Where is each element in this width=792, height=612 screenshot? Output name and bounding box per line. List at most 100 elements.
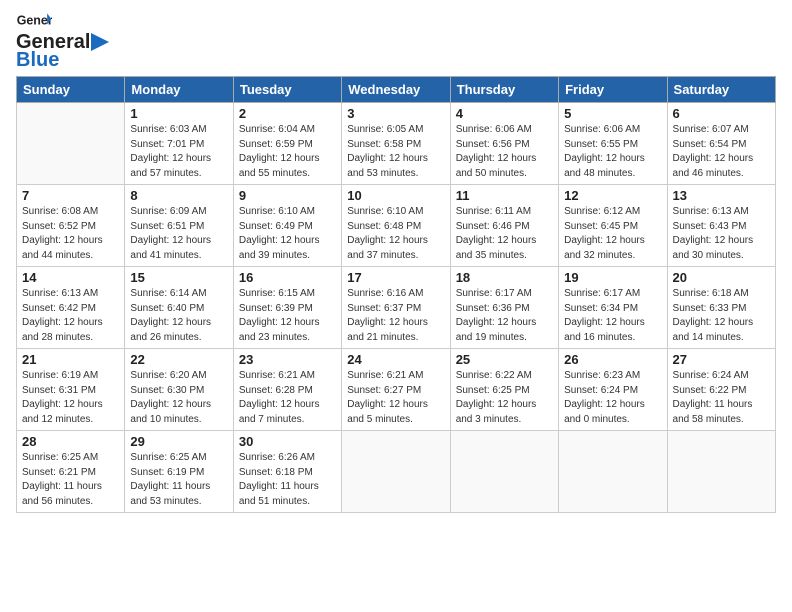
day-number: 28	[22, 434, 119, 449]
day-detail: Sunrise: 6:09 AM Sunset: 6:51 PM Dayligh…	[130, 205, 227, 263]
calendar-table: SundayMondayTuesdayWednesdayThursdayFrid…	[16, 76, 776, 513]
day-number: 1	[130, 106, 227, 121]
calendar-cell	[342, 431, 450, 513]
day-number: 14	[22, 270, 119, 285]
day-number: 5	[564, 106, 661, 121]
day-detail: Sunrise: 6:10 AM Sunset: 6:48 PM Dayligh…	[347, 205, 444, 263]
day-detail: Sunrise: 6:21 AM Sunset: 6:28 PM Dayligh…	[239, 369, 336, 427]
weekday-monday: Monday	[125, 77, 233, 103]
day-number: 12	[564, 188, 661, 203]
day-number: 30	[239, 434, 336, 449]
day-detail: Sunrise: 6:19 AM Sunset: 6:31 PM Dayligh…	[22, 369, 119, 427]
day-number: 10	[347, 188, 444, 203]
calendar-cell: 11 Sunrise: 6:11 AM Sunset: 6:46 PM Dayli…	[450, 185, 558, 267]
calendar-cell: 19 Sunrise: 6:17 AM Sunset: 6:34 PM Dayli…	[559, 267, 667, 349]
day-detail: Sunrise: 6:16 AM Sunset: 6:37 PM Dayligh…	[347, 287, 444, 345]
day-number: 15	[130, 270, 227, 285]
logo: General General Blue	[16, 12, 113, 70]
calendar-cell: 9 Sunrise: 6:10 AM Sunset: 6:49 PM Daylig…	[233, 185, 341, 267]
logo-icon: General	[16, 12, 52, 30]
calendar-cell: 27 Sunrise: 6:24 AM Sunset: 6:22 PM Dayli…	[667, 349, 775, 431]
calendar-cell: 26Sunrise: 6:23 AM Sunset: 6:24 PM Dayli…	[559, 349, 667, 431]
calendar-cell: 24 Sunrise: 6:21 AM Sunset: 6:27 PM Dayli…	[342, 349, 450, 431]
calendar-cell: 8 Sunrise: 6:09 AM Sunset: 6:51 PM Daylig…	[125, 185, 233, 267]
calendar-cell: 5 Sunrise: 6:06 AM Sunset: 6:55 PM Daylig…	[559, 103, 667, 185]
day-number: 3	[347, 106, 444, 121]
weekday-tuesday: Tuesday	[233, 77, 341, 103]
calendar-cell: 17Sunrise: 6:16 AM Sunset: 6:37 PM Dayli…	[342, 267, 450, 349]
calendar-cell: 12 Sunrise: 6:12 AM Sunset: 6:45 PM Dayli…	[559, 185, 667, 267]
day-number: 13	[673, 188, 770, 203]
svg-text:General: General	[17, 13, 52, 27]
day-number: 19	[564, 270, 661, 285]
day-number: 11	[456, 188, 553, 203]
calendar-cell: 7 Sunrise: 6:08 AM Sunset: 6:52 PM Daylig…	[17, 185, 125, 267]
day-detail: Sunrise: 6:22 AM Sunset: 6:25 PM Dayligh…	[456, 369, 553, 427]
calendar-cell: 30 Sunrise: 6:26 AM Sunset: 6:18 PM Dayli…	[233, 431, 341, 513]
day-detail: Sunrise: 6:10 AM Sunset: 6:49 PM Dayligh…	[239, 205, 336, 263]
day-detail: Sunrise: 6:12 AM Sunset: 6:45 PM Dayligh…	[564, 205, 661, 263]
day-detail: Sunrise: 6:17 AM Sunset: 6:34 PM Dayligh…	[564, 287, 661, 345]
day-number: 8	[130, 188, 227, 203]
day-number: 9	[239, 188, 336, 203]
calendar-cell: 13 Sunrise: 6:13 AM Sunset: 6:43 PM Dayli…	[667, 185, 775, 267]
week-row-2: 7 Sunrise: 6:08 AM Sunset: 6:52 PM Daylig…	[17, 185, 776, 267]
header: General General Blue	[16, 12, 776, 70]
day-number: 6	[673, 106, 770, 121]
day-number: 18	[456, 270, 553, 285]
day-number: 23	[239, 352, 336, 367]
day-detail: Sunrise: 6:04 AM Sunset: 6:59 PM Dayligh…	[239, 123, 336, 181]
page: General General Blue SundayMondayTuesday…	[0, 0, 792, 612]
day-detail: Sunrise: 6:05 AM Sunset: 6:58 PM Dayligh…	[347, 123, 444, 181]
calendar-cell: 2 Sunrise: 6:04 AM Sunset: 6:59 PM Daylig…	[233, 103, 341, 185]
day-number: 27	[673, 352, 770, 367]
day-number: 24	[347, 352, 444, 367]
calendar-cell: 23 Sunrise: 6:21 AM Sunset: 6:28 PM Dayli…	[233, 349, 341, 431]
day-detail: Sunrise: 6:14 AM Sunset: 6:40 PM Dayligh…	[130, 287, 227, 345]
calendar-cell: 4 Sunrise: 6:06 AM Sunset: 6:56 PM Daylig…	[450, 103, 558, 185]
weekday-friday: Friday	[559, 77, 667, 103]
day-detail: Sunrise: 6:07 AM Sunset: 6:54 PM Dayligh…	[673, 123, 770, 181]
weekday-wednesday: Wednesday	[342, 77, 450, 103]
logo-arrow-icon	[91, 33, 113, 51]
day-detail: Sunrise: 6:21 AM Sunset: 6:27 PM Dayligh…	[347, 369, 444, 427]
weekday-thursday: Thursday	[450, 77, 558, 103]
day-number: 7	[22, 188, 119, 203]
day-number: 21	[22, 352, 119, 367]
day-detail: Sunrise: 6:17 AM Sunset: 6:36 PM Dayligh…	[456, 287, 553, 345]
day-detail: Sunrise: 6:25 AM Sunset: 6:21 PM Dayligh…	[22, 451, 119, 509]
day-detail: Sunrise: 6:06 AM Sunset: 6:55 PM Dayligh…	[564, 123, 661, 181]
logo-blue: Blue	[16, 50, 59, 70]
calendar-cell: 20 Sunrise: 6:18 AM Sunset: 6:33 PM Dayli…	[667, 267, 775, 349]
calendar-cell	[17, 103, 125, 185]
week-row-3: 14 Sunrise: 6:13 AM Sunset: 6:42 PM Dayli…	[17, 267, 776, 349]
calendar-cell: 10 Sunrise: 6:10 AM Sunset: 6:48 PM Dayli…	[342, 185, 450, 267]
day-detail: Sunrise: 6:13 AM Sunset: 6:42 PM Dayligh…	[22, 287, 119, 345]
calendar-cell: 15 Sunrise: 6:14 AM Sunset: 6:40 PM Dayli…	[125, 267, 233, 349]
day-detail: Sunrise: 6:08 AM Sunset: 6:52 PM Dayligh…	[22, 205, 119, 263]
day-number: 16	[239, 270, 336, 285]
day-detail: Sunrise: 6:18 AM Sunset: 6:33 PM Dayligh…	[673, 287, 770, 345]
day-detail: Sunrise: 6:15 AM Sunset: 6:39 PM Dayligh…	[239, 287, 336, 345]
day-number: 20	[673, 270, 770, 285]
calendar-cell: 1Sunrise: 6:03 AM Sunset: 7:01 PM Daylig…	[125, 103, 233, 185]
day-detail: Sunrise: 6:13 AM Sunset: 6:43 PM Dayligh…	[673, 205, 770, 263]
day-detail: Sunrise: 6:25 AM Sunset: 6:19 PM Dayligh…	[130, 451, 227, 509]
day-detail: Sunrise: 6:11 AM Sunset: 6:46 PM Dayligh…	[456, 205, 553, 263]
calendar-cell	[559, 431, 667, 513]
day-detail: Sunrise: 6:20 AM Sunset: 6:30 PM Dayligh…	[130, 369, 227, 427]
day-detail: Sunrise: 6:26 AM Sunset: 6:18 PM Dayligh…	[239, 451, 336, 509]
calendar-cell: 6 Sunrise: 6:07 AM Sunset: 6:54 PM Daylig…	[667, 103, 775, 185]
day-number: 4	[456, 106, 553, 121]
calendar-cell	[667, 431, 775, 513]
week-row-4: 21 Sunrise: 6:19 AM Sunset: 6:31 PM Dayli…	[17, 349, 776, 431]
calendar-cell: 22Sunrise: 6:20 AM Sunset: 6:30 PM Dayli…	[125, 349, 233, 431]
day-detail: Sunrise: 6:06 AM Sunset: 6:56 PM Dayligh…	[456, 123, 553, 181]
calendar-cell: 21 Sunrise: 6:19 AM Sunset: 6:31 PM Dayli…	[17, 349, 125, 431]
weekday-saturday: Saturday	[667, 77, 775, 103]
day-detail: Sunrise: 6:24 AM Sunset: 6:22 PM Dayligh…	[673, 369, 770, 427]
day-detail: Sunrise: 6:23 AM Sunset: 6:24 PM Dayligh…	[564, 369, 661, 427]
week-row-5: 28 Sunrise: 6:25 AM Sunset: 6:21 PM Dayli…	[17, 431, 776, 513]
day-number: 2	[239, 106, 336, 121]
calendar-cell: 14 Sunrise: 6:13 AM Sunset: 6:42 PM Dayli…	[17, 267, 125, 349]
